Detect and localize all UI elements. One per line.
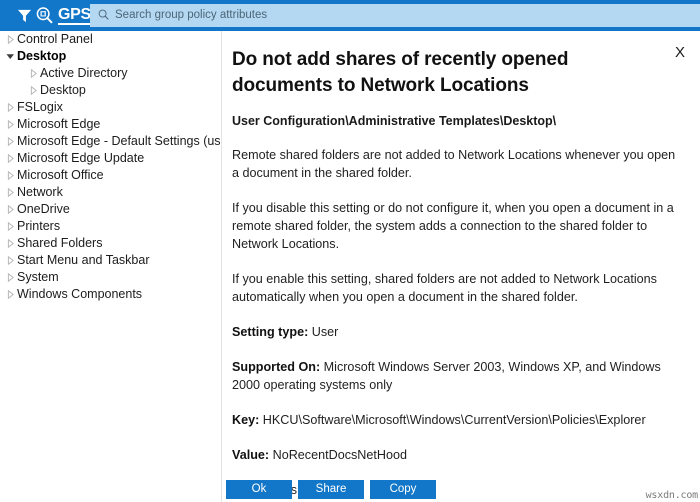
sidebar-item-desktop[interactable]: Desktop — [0, 48, 221, 65]
sidebar-item-label: Active Directory — [40, 65, 128, 82]
search-icon — [98, 7, 115, 25]
sidebar-item-active-directory[interactable]: Active Directory — [0, 65, 221, 82]
policy-field: Supported On: Microsoft Windows Server 2… — [232, 358, 684, 394]
sidebar-item-desktop[interactable]: Desktop — [0, 82, 221, 99]
chevron-right-icon[interactable] — [4, 188, 17, 197]
chevron-right-icon[interactable] — [4, 120, 17, 129]
policy-paragraph: If you enable this setting, shared folde… — [232, 270, 684, 306]
sidebar-item-label: Microsoft Edge — [17, 116, 100, 133]
sidebar-item-windows-components[interactable]: Windows Components — [0, 286, 221, 303]
filter-funnel-icon — [17, 8, 32, 23]
sidebar-item-label: FSLogix — [17, 99, 63, 116]
sidebar-item-start-menu-and-taskbar[interactable]: Start Menu and Taskbar — [0, 252, 221, 269]
sidebar-item-microsoft-edge[interactable]: Microsoft Edge — [0, 116, 221, 133]
policy-fields: Setting type: User Supported On: Microsof… — [232, 323, 684, 499]
policy-field-value: NoRecentDocsNetHood — [273, 448, 407, 462]
policy-field: Key: HKCU\Software\Microsoft\Windows\Cur… — [232, 411, 684, 429]
sidebar-item-label: Network — [17, 184, 63, 201]
sidebar-item-network[interactable]: Network — [0, 184, 221, 201]
sidebar-item-shared-folders[interactable]: Shared Folders — [0, 235, 221, 252]
policy-field: Setting type: User — [232, 323, 684, 341]
policy-field-value: User — [312, 325, 339, 339]
sidebar-item-label: Microsoft Edge Update — [17, 150, 144, 167]
sidebar-item-label: Microsoft Office — [17, 167, 104, 184]
sidebar-item-label: Start Menu and Taskbar — [17, 252, 149, 269]
policy-paragraph: If you disable this setting or do not co… — [232, 199, 684, 253]
sidebar-item-label: Shared Folders — [17, 235, 102, 252]
sidebar-item-microsoft-edge-default-settings-us[interactable]: Microsoft Edge - Default Settings (us — [0, 133, 221, 150]
sidebar-item-microsoft-edge-update[interactable]: Microsoft Edge Update — [0, 150, 221, 167]
app-logo: GPS — [0, 0, 91, 31]
ok-button[interactable]: Ok — [226, 480, 292, 499]
policy-path: User Configuration\Administrative Templa… — [232, 113, 684, 129]
search-input[interactable]: Search group policy attributes — [90, 4, 700, 27]
chevron-right-icon[interactable] — [4, 290, 17, 299]
sidebar-item-fslogix[interactable]: FSLogix — [0, 99, 221, 116]
close-icon[interactable]: X — [670, 42, 690, 62]
chevron-right-icon[interactable] — [4, 137, 17, 146]
page-title: Do not add shares of recently opened doc… — [232, 47, 592, 99]
sidebar-item-label: Control Panel — [17, 31, 93, 48]
sidebar-item-label: Microsoft Edge - Default Settings (us — [17, 133, 221, 150]
sidebar-item-onedrive[interactable]: OneDrive — [0, 201, 221, 218]
policy-field: Value: NoRecentDocsNetHood — [232, 446, 684, 464]
brand-title: GPS — [58, 7, 91, 25]
policy-paragraph: Remote shared folders are not added to N… — [232, 146, 684, 182]
policy-document: Do not add shares of recently opened doc… — [222, 31, 700, 499]
share-button[interactable]: Share — [298, 480, 364, 499]
policy-field-value: HKCU\Software\Microsoft\Windows\CurrentV… — [263, 413, 646, 427]
chevron-right-icon[interactable] — [4, 35, 17, 44]
chevron-down-icon[interactable] — [4, 52, 17, 61]
chevron-right-icon[interactable] — [4, 239, 17, 248]
policy-field-label: Key: — [232, 413, 259, 427]
action-buttons: Ok Share Copy — [226, 480, 436, 499]
sidebar-item-label: OneDrive — [17, 201, 70, 218]
sidebar-item-label: Desktop — [17, 48, 66, 65]
chevron-right-icon[interactable] — [27, 69, 40, 78]
policy-field-label: Setting type: — [232, 325, 308, 339]
app-header: GPS Search group policy attributes — [0, 0, 700, 31]
chevron-right-icon[interactable] — [4, 256, 17, 265]
chevron-right-icon[interactable] — [4, 103, 17, 112]
chevron-right-icon[interactable] — [4, 171, 17, 180]
chevron-right-icon[interactable] — [4, 205, 17, 214]
magnifier-gps-icon — [36, 7, 54, 24]
sidebar-item-control-panel[interactable]: Control Panel — [0, 31, 221, 48]
chevron-right-icon[interactable] — [27, 86, 40, 95]
policy-field-label: Value: — [232, 448, 269, 462]
app-window: GPS Search group policy attributes Contr… — [0, 0, 700, 502]
sidebar-item-system[interactable]: System — [0, 269, 221, 286]
sidebar-item-label: Windows Components — [17, 286, 142, 303]
policy-detail-panel: X Do not add shares of recently opened d… — [221, 31, 700, 502]
policy-field-label: Supported On: — [232, 360, 320, 374]
policy-description: Remote shared folders are not added to N… — [232, 146, 684, 306]
search-placeholder: Search group policy attributes — [115, 9, 267, 22]
sidebar-item-printers[interactable]: Printers — [0, 218, 221, 235]
sidebar-item-label: Printers — [17, 218, 60, 235]
sidebar-item-label: System — [17, 269, 59, 286]
watermark: wsxdn.com — [646, 490, 698, 501]
chevron-right-icon[interactable] — [4, 154, 17, 163]
chevron-right-icon[interactable] — [4, 273, 17, 282]
sidebar-item-label: Desktop — [40, 82, 86, 99]
policy-tree-sidebar[interactable]: Control PanelDesktopActive DirectoryDesk… — [0, 31, 221, 502]
sidebar-item-microsoft-office[interactable]: Microsoft Office — [0, 167, 221, 184]
copy-button[interactable]: Copy — [370, 480, 436, 499]
chevron-right-icon[interactable] — [4, 222, 17, 231]
